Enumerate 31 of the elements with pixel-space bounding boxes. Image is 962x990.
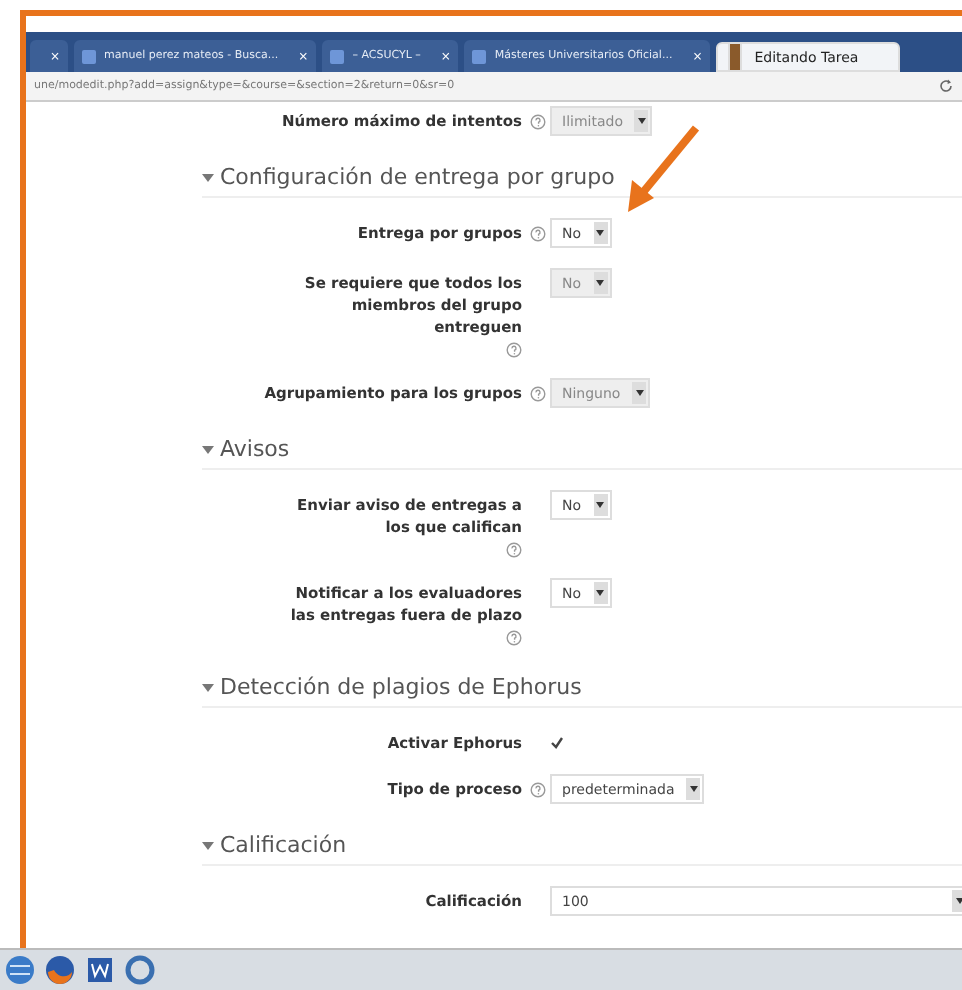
caret-icon bbox=[202, 683, 214, 691]
browser-icon[interactable] bbox=[44, 954, 76, 986]
app-icon[interactable] bbox=[124, 954, 156, 986]
caret-icon bbox=[689, 786, 698, 792]
caret-icon bbox=[596, 230, 605, 236]
section-header[interactable]: Avisos bbox=[202, 436, 962, 470]
caret-icon bbox=[596, 280, 605, 286]
section-header[interactable]: Calificación bbox=[202, 832, 962, 866]
annotation-arrow bbox=[622, 124, 702, 216]
caret-icon bbox=[202, 173, 214, 181]
favicon-icon bbox=[82, 49, 97, 63]
help-icon[interactable] bbox=[506, 542, 522, 558]
favicon-icon bbox=[330, 49, 345, 63]
caret-icon bbox=[955, 898, 962, 904]
word-icon[interactable] bbox=[84, 954, 116, 986]
globe-icon[interactable] bbox=[4, 954, 36, 986]
reload-icon[interactable] bbox=[938, 78, 954, 94]
help-icon[interactable] bbox=[530, 782, 546, 798]
caret-icon bbox=[202, 445, 214, 453]
help-icon[interactable] bbox=[530, 114, 546, 130]
caret-icon bbox=[596, 590, 605, 596]
help-icon[interactable] bbox=[530, 226, 546, 242]
caret-icon bbox=[202, 841, 214, 849]
help-icon[interactable] bbox=[506, 630, 522, 646]
checkbox[interactable] bbox=[550, 736, 564, 750]
favicon-icon bbox=[728, 42, 743, 72]
caret-icon bbox=[637, 118, 646, 124]
caret-icon bbox=[596, 502, 605, 508]
section-header[interactable]: Detección de plagios de Ephorus bbox=[202, 674, 962, 708]
favicon-icon bbox=[472, 49, 487, 63]
caret-icon bbox=[635, 390, 644, 396]
